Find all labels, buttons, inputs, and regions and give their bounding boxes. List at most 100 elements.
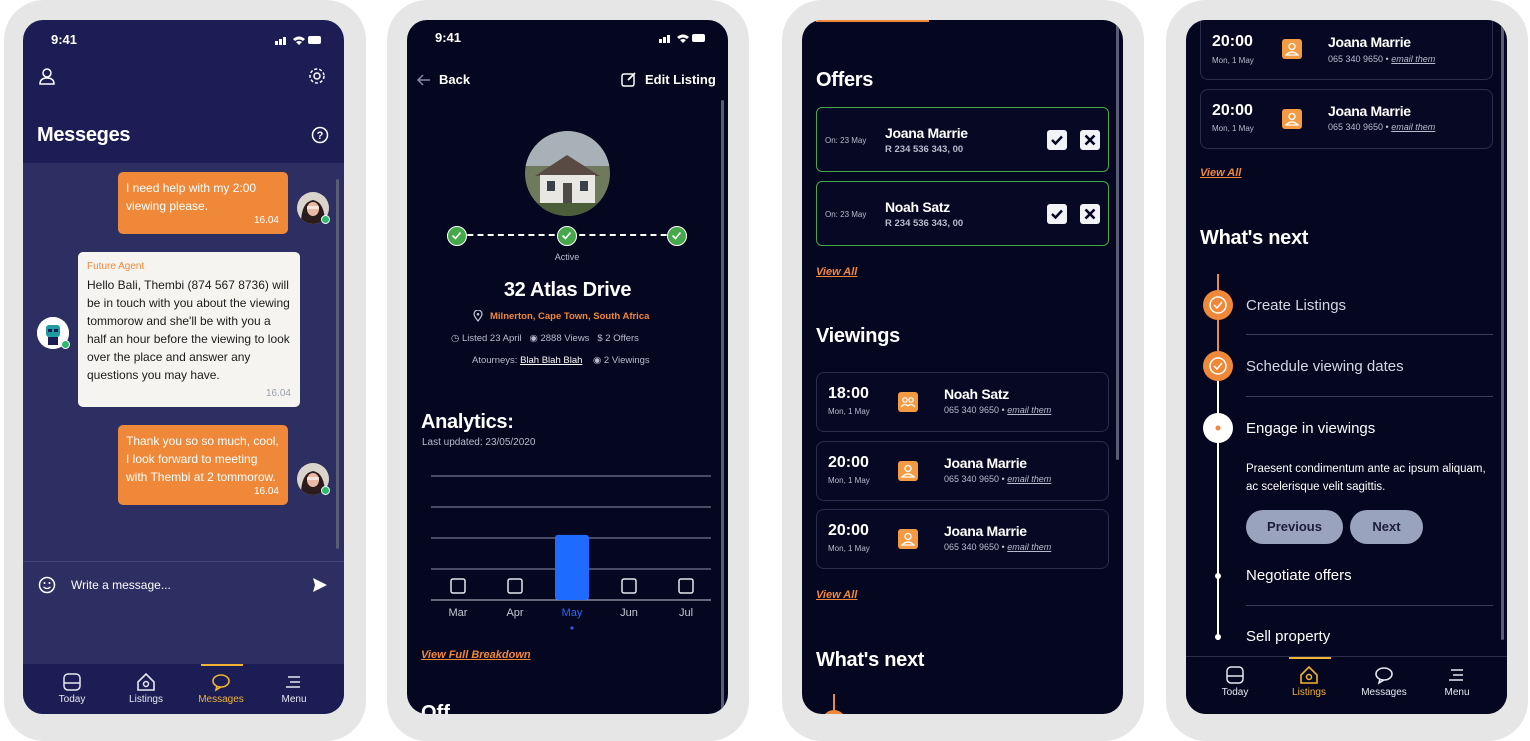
- view-count: 2888 Views: [540, 333, 590, 344]
- page-title: Messeges: [37, 124, 131, 146]
- empty-bar-marker: [507, 578, 523, 594]
- step-title[interactable]: Sell property: [1246, 628, 1330, 645]
- bar-may: [555, 534, 589, 600]
- status-label: Active: [554, 252, 580, 262]
- divider: [1246, 334, 1493, 335]
- viewing-name: Joana Marrie: [944, 455, 1027, 471]
- page-scrollbar[interactable]: [1116, 20, 1119, 460]
- email-link[interactable]: email them: [1007, 405, 1051, 415]
- accept-button[interactable]: [1047, 204, 1067, 224]
- chat-scrollbar[interactable]: [336, 179, 339, 549]
- messages-screen: 9:41 Messeges ? I need help with my 2:00…: [23, 20, 344, 714]
- tab-label: Messages: [1361, 687, 1407, 698]
- tab-listings[interactable]: Listings: [106, 664, 186, 714]
- chat-area[interactable]: I need help with my 2:00 viewing please.…: [23, 163, 344, 561]
- whats-next-title: What's next: [1200, 227, 1309, 249]
- bar-chart-svg: Mar Apr May Jun Jul: [431, 475, 711, 630]
- tab-messages[interactable]: Messages: [1344, 657, 1424, 707]
- step-title[interactable]: Create Listings: [1246, 297, 1346, 314]
- viewing-contact: 065 340 9650 • email them: [1328, 54, 1436, 64]
- step-title[interactable]: Negotiate offers: [1246, 567, 1352, 584]
- scrolled-link-underline: [816, 20, 929, 22]
- reject-button[interactable]: [1080, 130, 1100, 150]
- x-tick-label: Apr: [506, 607, 523, 619]
- edit-listing-button[interactable]: Edit Listing: [621, 70, 721, 90]
- viewing-time: 20:00: [828, 522, 869, 539]
- offer-date: On: 23 May: [825, 210, 867, 219]
- back-label: Back: [439, 72, 471, 87]
- tab-menu[interactable]: Menu: [1417, 657, 1497, 707]
- tab-today[interactable]: Today: [1195, 657, 1275, 707]
- offers-title-partial: Off: [421, 702, 450, 714]
- email-link[interactable]: email them: [1007, 474, 1051, 484]
- tab-listings[interactable]: Listings: [1269, 657, 1349, 707]
- person-icon: [898, 529, 918, 549]
- viewing-name: Joana Marrie: [944, 523, 1027, 539]
- tab-today[interactable]: Today: [32, 664, 112, 714]
- listing-address: 32 Atlas Drive: [503, 279, 632, 301]
- settings-icon[interactable]: [308, 67, 326, 85]
- edit-label: Edit Listing: [645, 72, 716, 87]
- step-pending-dot: [1215, 634, 1221, 640]
- profile-icon[interactable]: [38, 67, 56, 85]
- viewing-card[interactable]: 18:00 Mon, 1 May Noah Satz 065 340 9650 …: [816, 372, 1109, 432]
- message-text: Thank you so so much, cool, I look forwa…: [126, 434, 279, 484]
- whats-next-title: What's next: [816, 649, 925, 671]
- selected-dot: [570, 626, 574, 630]
- viewing-card[interactable]: 20:00 Mon, 1 May Joana Marrie 065 340 96…: [816, 441, 1109, 501]
- message-sender: Future Agent: [87, 261, 145, 272]
- viewing-card[interactable]: 20:00 Mon, 1 May Joana Marrie 065 340 96…: [816, 509, 1109, 569]
- email-link[interactable]: email them: [1391, 122, 1435, 132]
- message-input[interactable]: Write a message...: [71, 578, 171, 592]
- offer-card[interactable]: On: 23 May Joana Marrie R 234 536 343, 0…: [816, 107, 1109, 172]
- offer-card[interactable]: On: 23 May Noah Satz R 234 536 343, 00: [816, 181, 1109, 246]
- viewing-card[interactable]: 20:00 Mon, 1 May Joana Marrie 065 340 96…: [1200, 20, 1493, 80]
- offers-view-all-link[interactable]: View All: [816, 266, 857, 278]
- previous-button[interactable]: Previous: [1246, 510, 1343, 544]
- next-button[interactable]: Next: [1350, 510, 1423, 544]
- page-scrollbar[interactable]: [1501, 20, 1504, 640]
- viewings-count: 2 Viewings: [603, 355, 650, 366]
- help-icon[interactable]: ?: [311, 126, 329, 144]
- step-title-current[interactable]: Engage in viewings: [1246, 420, 1375, 437]
- location-text: Milnerton, Cape Town, South Africa: [490, 311, 650, 322]
- attorneys-link[interactable]: Blah Blah Blah: [520, 355, 582, 366]
- next-steps-screen: 20:00 Mon, 1 May Joana Marrie 065 340 96…: [1186, 20, 1507, 714]
- view-breakdown-link[interactable]: View Full Breakdown: [421, 649, 531, 661]
- view-all-link[interactable]: View All: [1200, 167, 1241, 179]
- empty-bar-marker: [621, 578, 637, 594]
- offer-amount: R 234 536 343, 00: [885, 144, 964, 155]
- email-link[interactable]: email them: [1007, 542, 1051, 552]
- step-title[interactable]: Schedule viewing dates: [1246, 358, 1404, 375]
- email-link[interactable]: email them: [1391, 54, 1435, 64]
- send-icon[interactable]: [312, 577, 328, 593]
- back-arrow-icon: [417, 74, 430, 86]
- viewings-view-all-link[interactable]: View All: [816, 589, 857, 601]
- check-icon: [1051, 135, 1063, 146]
- emoji-icon[interactable]: [38, 576, 56, 594]
- tab-messages[interactable]: Messages: [181, 664, 261, 714]
- message-text: Hello Bali, Thembi (874 567 8736) will b…: [87, 278, 290, 382]
- chat-bubble-icon: [1375, 667, 1393, 685]
- message-incoming: Future Agent Hello Bali, Thembi (874 567…: [78, 252, 300, 407]
- close-icon: [1084, 134, 1096, 146]
- analytics-updated: Last updated: 23/05/2020: [422, 437, 536, 448]
- chat-bubble-icon: [212, 674, 230, 692]
- viewing-date: Mon, 1 May: [1212, 124, 1254, 133]
- edit-icon: [621, 72, 636, 87]
- step-pending-dot: [1215, 573, 1221, 579]
- property-photo: [525, 131, 610, 216]
- tab-label: Today: [58, 694, 86, 705]
- reject-button[interactable]: [1080, 204, 1100, 224]
- offer-amount: R 234 536 343, 00: [885, 218, 964, 229]
- tab-menu[interactable]: Menu: [254, 664, 334, 714]
- accept-button[interactable]: [1047, 130, 1067, 150]
- x-tick-label: Mar: [449, 607, 468, 619]
- viewing-card[interactable]: 20:00 Mon, 1 May Joana Marrie 065 340 96…: [1200, 89, 1493, 149]
- timeline-node: [822, 710, 846, 714]
- today-icon: [1226, 666, 1244, 684]
- offers-screen: Offers On: 23 May Joana Marrie R 234 536…: [802, 20, 1123, 714]
- person-icon: [1282, 109, 1302, 129]
- message-outgoing: Thank you so so much, cool, I look forwa…: [118, 425, 288, 505]
- divider: [1246, 605, 1493, 606]
